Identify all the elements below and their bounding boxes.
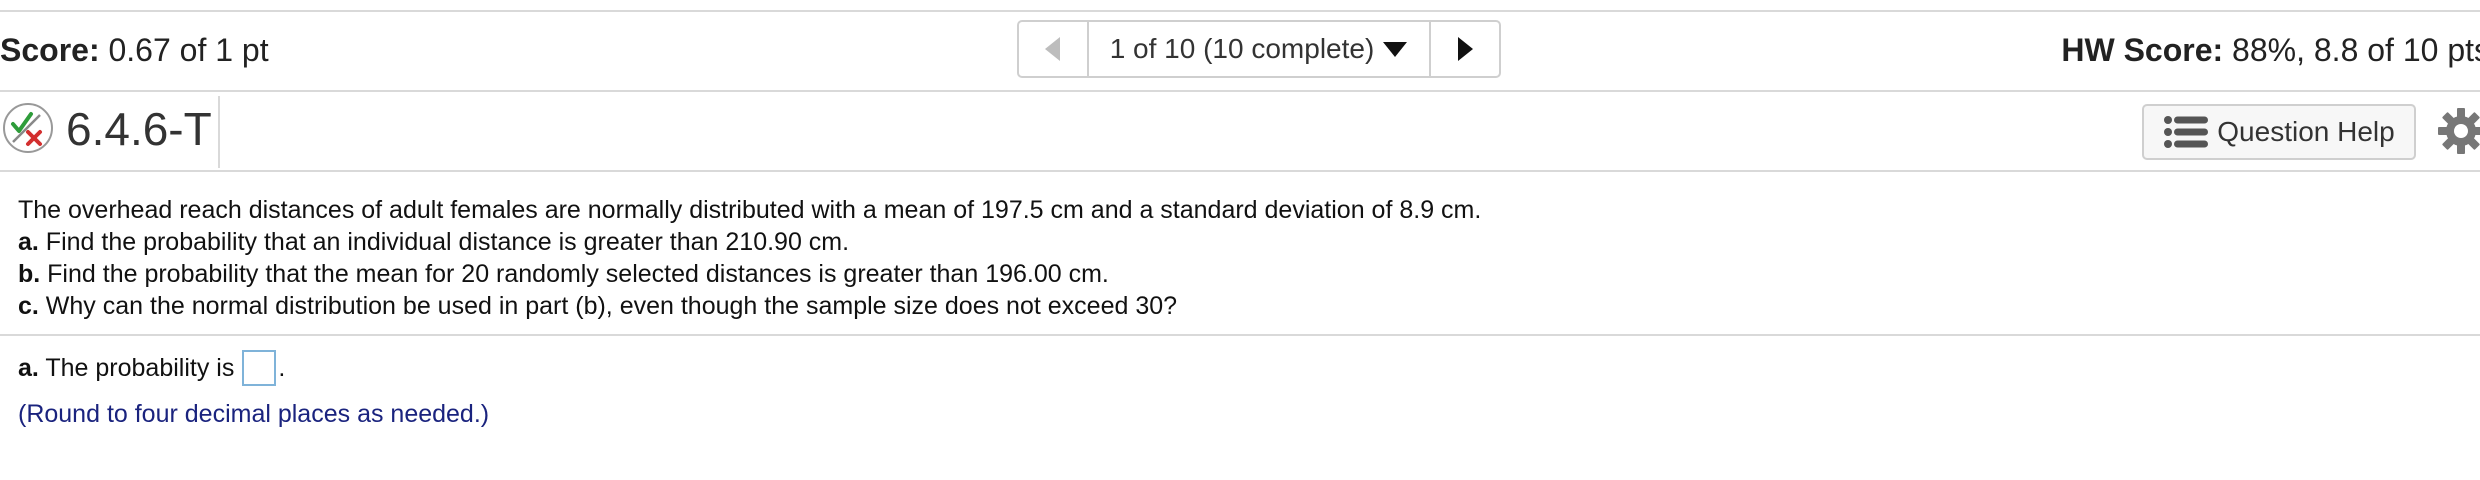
question-divider — [0, 170, 2480, 172]
score-value: 0.67 of 1 pt — [99, 32, 269, 68]
question-id-separator — [218, 96, 220, 168]
list-icon — [2164, 116, 2209, 148]
problem-part-b: b. Find the probability that the mean fo… — [18, 258, 1481, 290]
answer-divider — [0, 334, 2480, 336]
question-selector-label: 1 of 10 (10 complete) — [1109, 33, 1375, 64]
question-score: Score: 0.67 of 1 pt — [0, 32, 269, 69]
top-divider — [0, 10, 2480, 12]
problem-part-a: a. Find the probability that an individu… — [18, 226, 1481, 258]
prev-arrow-icon — [1045, 37, 1060, 61]
score-label: Score: — [0, 32, 100, 68]
problem-intro: The overhead reach distances of adult fe… — [18, 196, 1482, 224]
answer-prompt: The probability is — [38, 353, 235, 382]
hw-score-value: 88%, 8.8 of 10 pts — [2223, 32, 2480, 68]
next-arrow-icon — [1458, 37, 1473, 61]
gear-icon[interactable] — [2436, 106, 2480, 156]
hw-score: HW Score: 88%, 8.8 of 10 pts — [2061, 32, 2480, 69]
caret-down-icon — [1382, 33, 1408, 65]
probability-answer-input[interactable] — [242, 350, 277, 386]
score-bar: Score: 0.67 of 1 pt 1 of 10 (10 complete… — [0, 14, 2480, 90]
score-divider — [0, 90, 2480, 92]
answer-period: . — [278, 353, 286, 382]
hw-score-label: HW Score: — [2061, 32, 2224, 68]
answer-part-label: a. — [18, 353, 39, 382]
problem-statement: The overhead reach distances of adult fe… — [18, 194, 1481, 322]
rounding-hint: (Round to four decimal places as needed.… — [18, 400, 490, 428]
answer-section: a. The probability is . (Round to four d… — [18, 350, 489, 429]
part-b-text: Find the probability that the mean for 2… — [40, 260, 1109, 288]
question-header: 6.4.6-T Question Help — [0, 96, 2480, 170]
question-help-button[interactable]: Question Help — [2142, 104, 2416, 160]
question-id: 6.4.6-T — [66, 103, 212, 155]
check-x-partial-icon — [3, 103, 53, 153]
part-a-text: Find the probability that an individual … — [38, 228, 850, 256]
part-c-text: Why can the normal distribution be used … — [38, 292, 1178, 320]
part-c-label: c. — [18, 292, 39, 320]
question-help-label: Question Help — [2217, 116, 2395, 147]
next-question-button[interactable] — [1429, 22, 1499, 76]
prev-question-button[interactable] — [1019, 22, 1089, 76]
question-navigator: 1 of 10 (10 complete) — [1017, 20, 1501, 78]
question-selector-dropdown[interactable]: 1 of 10 (10 complete) — [1089, 22, 1429, 76]
part-a-label: a. — [18, 228, 39, 256]
answer-line: a. The probability is . — [18, 350, 489, 386]
part-b-label: b. — [18, 260, 41, 288]
problem-part-c: c. Why can the normal distribution be us… — [18, 290, 1481, 322]
